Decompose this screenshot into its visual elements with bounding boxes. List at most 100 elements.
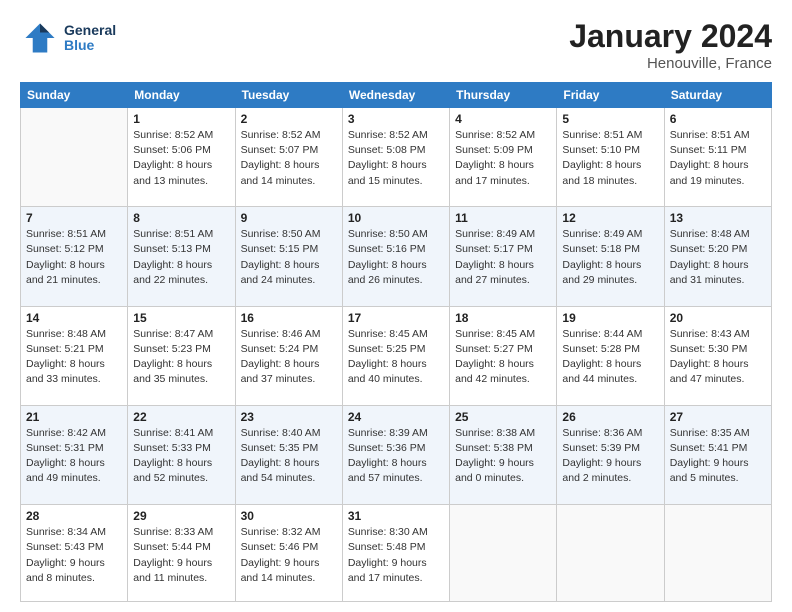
calendar-cell: 11Sunrise: 8:49 AM Sunset: 5:17 PM Dayli…	[450, 207, 557, 306]
day-number: 30	[241, 509, 337, 523]
day-number: 28	[26, 509, 122, 523]
weekday-header: Saturday	[664, 83, 771, 108]
day-info: Sunrise: 8:52 AM Sunset: 5:09 PM Dayligh…	[455, 128, 551, 189]
day-info: Sunrise: 8:51 AM Sunset: 5:10 PM Dayligh…	[562, 128, 658, 189]
calendar-week-row: 7 Sunrise: 8:51 AM Sunset: 5:12 PM Daylig…	[21, 207, 772, 306]
day-info: Sunrise: 8:40 AM Sunset: 5:35 PM Dayligh…	[241, 426, 337, 487]
header: General Blue January 2024 Henouville, Fr…	[20, 18, 772, 72]
day-number: 5	[562, 112, 658, 126]
day-number: 24	[348, 410, 444, 424]
page: General Blue January 2024 Henouville, Fr…	[0, 0, 792, 612]
weekday-header: Tuesday	[235, 83, 342, 108]
day-number: 22	[133, 410, 229, 424]
day-number: 23	[241, 410, 337, 424]
day-info: Sunrise: 8:51 AM Sunset: 5:12 PM Dayligh…	[26, 227, 122, 288]
day-info: Sunrise: 8:41 AM Sunset: 5:33 PM Dayligh…	[133, 426, 229, 487]
calendar-cell: 7 Sunrise: 8:51 AM Sunset: 5:12 PM Daylig…	[21, 207, 128, 306]
day-info: Sunrise: 8:52 AM Sunset: 5:07 PM Dayligh…	[241, 128, 337, 189]
day-number: 9	[241, 211, 337, 225]
day-number: 3	[348, 112, 444, 126]
day-number: 18	[455, 311, 551, 325]
calendar-cell: 20 Sunrise: 8:43 AM Sunset: 5:30 PM Dayli…	[664, 306, 771, 405]
calendar-cell	[664, 505, 771, 602]
day-info: Sunrise: 8:30 AM Sunset: 5:48 PM Dayligh…	[348, 525, 444, 586]
calendar-cell: 4 Sunrise: 8:52 AM Sunset: 5:09 PM Daylig…	[450, 108, 557, 207]
day-info: Sunrise: 8:51 AM Sunset: 5:13 PM Dayligh…	[133, 227, 229, 288]
day-info: Sunrise: 8:49 AM Sunset: 5:17 PM Dayligh…	[455, 227, 551, 288]
calendar-cell: 22 Sunrise: 8:41 AM Sunset: 5:33 PM Dayli…	[128, 405, 235, 504]
day-info: Sunrise: 8:48 AM Sunset: 5:21 PM Dayligh…	[26, 327, 122, 388]
calendar-cell: 26Sunrise: 8:36 AM Sunset: 5:39 PM Dayli…	[557, 405, 664, 504]
calendar-cell	[557, 505, 664, 602]
day-number: 1	[133, 112, 229, 126]
location: Henouville, France	[569, 55, 772, 72]
calendar-cell: 25Sunrise: 8:38 AM Sunset: 5:38 PM Dayli…	[450, 405, 557, 504]
day-info: Sunrise: 8:42 AM Sunset: 5:31 PM Dayligh…	[26, 426, 122, 487]
logo-label: General Blue	[64, 23, 116, 54]
day-info: Sunrise: 8:38 AM Sunset: 5:38 PM Dayligh…	[455, 426, 551, 487]
day-number: 31	[348, 509, 444, 523]
day-number: 29	[133, 509, 229, 523]
calendar-cell: 24 Sunrise: 8:39 AM Sunset: 5:36 PM Dayli…	[342, 405, 449, 504]
day-number: 12	[562, 211, 658, 225]
day-number: 17	[348, 311, 444, 325]
weekday-header: Sunday	[21, 83, 128, 108]
calendar-week-row: 14 Sunrise: 8:48 AM Sunset: 5:21 PM Dayli…	[21, 306, 772, 405]
day-info: Sunrise: 8:35 AM Sunset: 5:41 PM Dayligh…	[670, 426, 766, 487]
calendar-cell: 6 Sunrise: 8:51 AM Sunset: 5:11 PM Daylig…	[664, 108, 771, 207]
calendar-cell: 21 Sunrise: 8:42 AM Sunset: 5:31 PM Dayli…	[21, 405, 128, 504]
day-number: 15	[133, 311, 229, 325]
calendar-cell: 28Sunrise: 8:34 AM Sunset: 5:43 PM Dayli…	[21, 505, 128, 602]
calendar-cell: 31 Sunrise: 8:30 AM Sunset: 5:48 PM Dayli…	[342, 505, 449, 602]
day-info: Sunrise: 8:46 AM Sunset: 5:24 PM Dayligh…	[241, 327, 337, 388]
calendar-cell: 2 Sunrise: 8:52 AM Sunset: 5:07 PM Daylig…	[235, 108, 342, 207]
day-info: Sunrise: 8:52 AM Sunset: 5:06 PM Dayligh…	[133, 128, 229, 189]
calendar-week-row: 21 Sunrise: 8:42 AM Sunset: 5:31 PM Dayli…	[21, 405, 772, 504]
calendar-cell: 29 Sunrise: 8:33 AM Sunset: 5:44 PM Dayli…	[128, 505, 235, 602]
day-info: Sunrise: 8:39 AM Sunset: 5:36 PM Dayligh…	[348, 426, 444, 487]
weekday-header: Wednesday	[342, 83, 449, 108]
calendar-cell: 18Sunrise: 8:45 AM Sunset: 5:27 PM Dayli…	[450, 306, 557, 405]
calendar-cell: 30Sunrise: 8:32 AM Sunset: 5:46 PM Dayli…	[235, 505, 342, 602]
day-number: 21	[26, 410, 122, 424]
calendar-cell: 8 Sunrise: 8:51 AM Sunset: 5:13 PM Daylig…	[128, 207, 235, 306]
day-info: Sunrise: 8:51 AM Sunset: 5:11 PM Dayligh…	[670, 128, 766, 189]
calendar-cell: 3Sunrise: 8:52 AM Sunset: 5:08 PM Daylig…	[342, 108, 449, 207]
day-number: 20	[670, 311, 766, 325]
day-number: 10	[348, 211, 444, 225]
calendar-cell: 16Sunrise: 8:46 AM Sunset: 5:24 PM Dayli…	[235, 306, 342, 405]
calendar-cell	[450, 505, 557, 602]
calendar-table: SundayMondayTuesdayWednesdayThursdayFrid…	[20, 82, 772, 602]
calendar-cell: 23 Sunrise: 8:40 AM Sunset: 5:35 PM Dayli…	[235, 405, 342, 504]
day-info: Sunrise: 8:49 AM Sunset: 5:18 PM Dayligh…	[562, 227, 658, 288]
calendar-cell: 10Sunrise: 8:50 AM Sunset: 5:16 PM Dayli…	[342, 207, 449, 306]
day-info: Sunrise: 8:33 AM Sunset: 5:44 PM Dayligh…	[133, 525, 229, 586]
calendar-cell: 12 Sunrise: 8:49 AM Sunset: 5:18 PM Dayli…	[557, 207, 664, 306]
calendar-cell: 9Sunrise: 8:50 AM Sunset: 5:15 PM Daylig…	[235, 207, 342, 306]
calendar-cell: 15Sunrise: 8:47 AM Sunset: 5:23 PM Dayli…	[128, 306, 235, 405]
day-number: 6	[670, 112, 766, 126]
logo-blue-text: Blue	[64, 38, 116, 53]
weekday-row: SundayMondayTuesdayWednesdayThursdayFrid…	[21, 83, 772, 108]
weekday-header: Monday	[128, 83, 235, 108]
day-info: Sunrise: 8:44 AM Sunset: 5:28 PM Dayligh…	[562, 327, 658, 388]
calendar-week-row: 1 Sunrise: 8:52 AM Sunset: 5:06 PM Daylig…	[21, 108, 772, 207]
day-number: 4	[455, 112, 551, 126]
month-year: January 2024	[569, 18, 772, 55]
day-info: Sunrise: 8:45 AM Sunset: 5:25 PM Dayligh…	[348, 327, 444, 388]
day-number: 14	[26, 311, 122, 325]
day-info: Sunrise: 8:36 AM Sunset: 5:39 PM Dayligh…	[562, 426, 658, 487]
day-number: 2	[241, 112, 337, 126]
day-number: 27	[670, 410, 766, 424]
day-number: 13	[670, 211, 766, 225]
calendar-cell: 17 Sunrise: 8:45 AM Sunset: 5:25 PM Dayli…	[342, 306, 449, 405]
logo-icon	[20, 18, 60, 58]
calendar-cell: 1 Sunrise: 8:52 AM Sunset: 5:06 PM Daylig…	[128, 108, 235, 207]
day-number: 7	[26, 211, 122, 225]
day-info: Sunrise: 8:43 AM Sunset: 5:30 PM Dayligh…	[670, 327, 766, 388]
day-number: 8	[133, 211, 229, 225]
calendar-header: SundayMondayTuesdayWednesdayThursdayFrid…	[21, 83, 772, 108]
title-block: January 2024 Henouville, France	[569, 18, 772, 72]
weekday-header: Thursday	[450, 83, 557, 108]
calendar-cell: 27 Sunrise: 8:35 AM Sunset: 5:41 PM Dayli…	[664, 405, 771, 504]
